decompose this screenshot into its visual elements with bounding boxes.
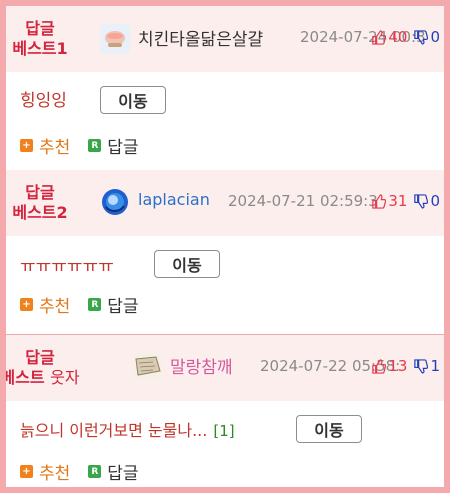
badge-line2: 베스트1 — [12, 39, 68, 58]
badge-line1: 답글 — [25, 183, 55, 202]
reply-title-text: 힝잉잉 — [20, 91, 67, 111]
r-square-icon: R — [88, 465, 102, 478]
reply-button[interactable]: R 답글 — [88, 292, 139, 317]
vote-box: 13 1 — [371, 357, 440, 375]
badge-line2-wrap: 베스트 웃자 — [0, 368, 80, 388]
best-replies-panel: 답글 베스트1 치킨타올닮은살걀 2024-07-24 00:3 40 0 힝잉… — [0, 0, 450, 493]
r-square-icon: R — [88, 298, 102, 311]
recommend-label: 추천 — [39, 138, 71, 158]
thumbs-up-icon — [372, 193, 387, 209]
upvote-count: 40 — [388, 28, 408, 46]
reply-body: 늙으니 이런거보면 눈물나... [1] 이동 + 추천 R 답글 — [6, 401, 444, 487]
best-reply-2: 답글 베스트2 laplacian 2024-07-21 02:59:3 31 — [6, 170, 444, 334]
reply-title[interactable]: ㅠㅠㅠㅠㅠㅠ — [20, 252, 114, 277]
move-button[interactable]: 이동 — [296, 415, 362, 443]
vote-box: 31 0 — [371, 192, 440, 210]
avatar[interactable] — [100, 24, 130, 54]
post-datetime: 2024-07-21 02:59:3 — [228, 192, 378, 210]
plus-square-icon: + — [20, 465, 33, 478]
thumbs-down-icon — [414, 29, 429, 45]
thumbs-up-icon — [372, 29, 387, 45]
reply-actions: + 추천 R 답글 — [20, 133, 139, 158]
reply-actions: + 추천 R 답글 — [20, 292, 139, 317]
reply-actions: + 추천 R 답글 — [20, 459, 139, 484]
recommend-button[interactable]: + 추천 — [20, 133, 70, 158]
recommend-label: 추천 — [39, 464, 71, 484]
upvote[interactable]: 31 — [371, 192, 407, 210]
best-badge: 답글 베스트2 — [6, 170, 74, 236]
reply-header: 답글 베스트 웃자 말랑참깨 2024-07-22 05:58: 13 1 — [6, 335, 444, 401]
recommend-label: 추천 — [39, 297, 71, 317]
upvote-count: 13 — [388, 357, 408, 375]
nickname[interactable]: 말랑참깨 — [170, 353, 233, 378]
recommend-button[interactable]: + 추천 — [20, 292, 70, 317]
avatar[interactable] — [134, 353, 162, 379]
thumbs-down-icon — [414, 358, 429, 374]
plus-square-icon: + — [20, 298, 33, 311]
best-badge: 답글 베스트1 — [6, 6, 74, 72]
best-badge: 답글 베스트 웃자 — [6, 335, 80, 401]
thumbs-up-icon — [372, 358, 387, 374]
nickname[interactable]: 치킨타올닮은살걀 — [138, 25, 263, 50]
downvote[interactable]: 0 — [413, 192, 440, 210]
plus-square-icon: + — [20, 139, 33, 152]
reply-body: 힝잉잉 이동 + 추천 R 답글 — [6, 72, 444, 170]
badge-suffix: 웃자 — [50, 368, 80, 387]
reply-title[interactable]: 늙으니 이런거보면 눈물나... [1] — [20, 417, 235, 441]
badge-line1: 답글 — [25, 348, 55, 367]
downvote-count: 0 — [430, 192, 440, 210]
upvote-count: 31 — [388, 192, 408, 210]
recommend-button[interactable]: + 추천 — [20, 459, 70, 484]
nickname[interactable]: laplacian — [138, 190, 210, 209]
avatar-image-icon — [134, 353, 162, 379]
move-button[interactable]: 이동 — [100, 86, 166, 114]
reply-button[interactable]: R 답글 — [88, 459, 139, 484]
reply-title-text: ㅠㅠㅠㅠㅠㅠ — [20, 257, 114, 277]
avatar[interactable] — [100, 187, 130, 217]
upvote[interactable]: 13 — [371, 357, 407, 375]
thumbs-down-icon — [414, 193, 429, 209]
upvote[interactable]: 40 — [371, 28, 407, 46]
badge-line1: 답글 — [25, 19, 55, 38]
reply-body: ㅠㅠㅠㅠㅠㅠ 이동 + 추천 R 답글 — [6, 236, 444, 334]
downvote[interactable]: 0 — [413, 28, 440, 46]
reply-title[interactable]: 힝잉잉 — [20, 86, 67, 111]
firefox-logo-icon — [102, 189, 128, 215]
reply-header: 답글 베스트2 laplacian 2024-07-21 02:59:3 31 — [6, 170, 444, 236]
best-reply-1: 답글 베스트1 치킨타올닮은살걀 2024-07-24 00:3 40 0 힝잉… — [6, 6, 444, 170]
avatar-image-icon — [100, 24, 130, 54]
badge-line2: 베스트 — [0, 368, 45, 387]
reply-title-text: 늙으니 이런거보면 눈물나... — [20, 421, 208, 440]
vote-box: 40 0 — [371, 28, 440, 46]
reply-header: 답글 베스트1 치킨타올닮은살걀 2024-07-24 00:3 40 0 — [6, 6, 444, 72]
reply-button[interactable]: R 답글 — [88, 133, 139, 158]
reply-label: 답글 — [107, 464, 139, 484]
comment-count: [1] — [213, 422, 235, 440]
downvote[interactable]: 1 — [413, 357, 440, 375]
move-button[interactable]: 이동 — [154, 250, 220, 278]
best-reply-3: 답글 베스트 웃자 말랑참깨 2024-07-22 05:58: 13 1 늙으… — [6, 334, 444, 487]
downvote-count: 0 — [430, 28, 440, 46]
downvote-count: 1 — [430, 357, 440, 375]
badge-line2: 베스트2 — [12, 203, 68, 222]
r-square-icon: R — [88, 139, 102, 152]
reply-label: 답글 — [107, 138, 139, 158]
reply-label: 답글 — [107, 297, 139, 317]
